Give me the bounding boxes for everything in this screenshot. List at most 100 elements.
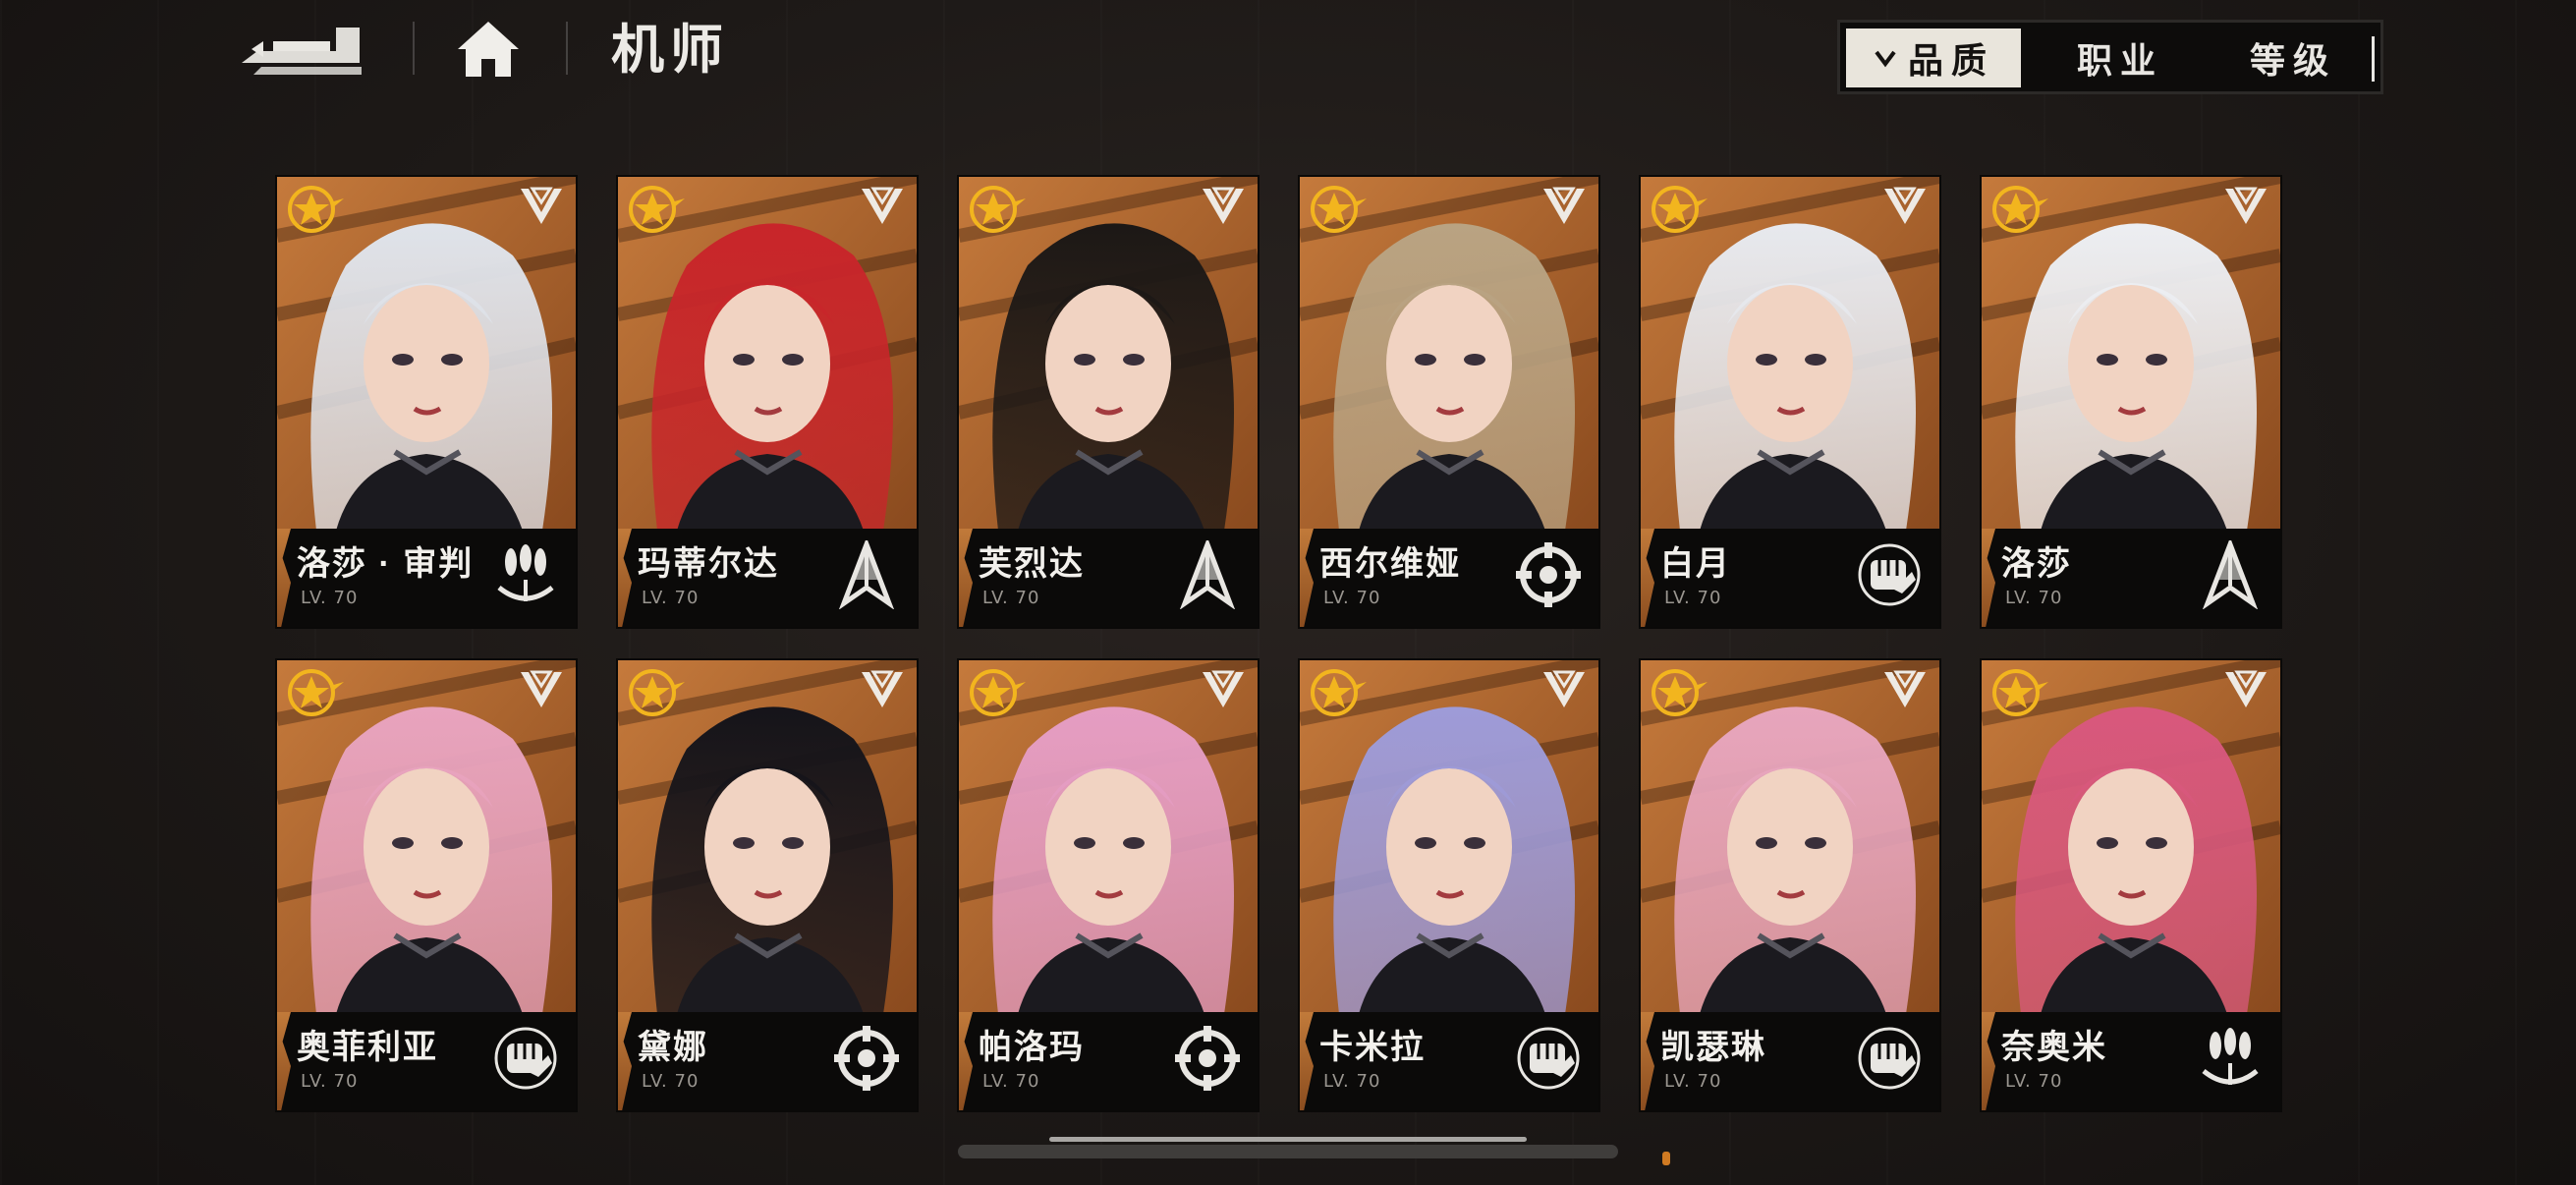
name-plate: 卡米拉 LV. 70 <box>1300 1012 1598 1110</box>
character-name: 洛莎 · 审判 <box>297 545 475 583</box>
character-name: 芙烈达 <box>979 545 1085 583</box>
fist-icon <box>1858 543 1921 606</box>
tab-class-label: 职业 <box>2076 40 2163 81</box>
character-card[interactable]: 黛娜 LV. 70 <box>618 660 917 1110</box>
character-name: 凯瑟琳 <box>1660 1029 1766 1066</box>
faction-emblem-icon <box>1203 670 1244 707</box>
character-card[interactable]: 帕洛玛 LV. 70 <box>959 660 1258 1110</box>
character-name: 白月 <box>1660 545 1731 583</box>
scrollbar[interactable] <box>958 1145 1618 1158</box>
name-plate: 玛蒂尔达 LV. 70 <box>618 529 917 627</box>
character-card[interactable]: 白月 LV. 70 <box>1641 177 1939 627</box>
arrow-spear-icon <box>1180 540 1235 609</box>
page-title: 机师 <box>611 21 729 80</box>
character-level: LV. 70 <box>301 1071 359 1092</box>
rank-star-icon <box>970 186 1026 233</box>
name-plate: 洛莎 · 审判 LV. 70 <box>277 529 576 627</box>
name-plate: 奈奥米 LV. 70 <box>1982 1012 2280 1110</box>
character-level: LV. 70 <box>1664 588 1722 608</box>
character-card[interactable]: 凯瑟琳 LV. 70 <box>1641 660 1939 1110</box>
faction-emblem-icon <box>2225 187 2267 224</box>
faction-emblem-icon <box>862 670 903 707</box>
rank-star-icon <box>1652 669 1708 716</box>
rank-star-icon <box>629 186 685 233</box>
character-card[interactable]: 洛莎 LV. 70 <box>1982 177 2280 627</box>
rank-star-icon <box>629 669 685 716</box>
character-level: LV. 70 <box>642 1071 700 1092</box>
name-plate: 白月 LV. 70 <box>1641 529 1939 627</box>
tab-level-label: 等级 <box>2249 40 2336 81</box>
character-name: 玛蒂尔达 <box>638 545 779 583</box>
crosshair-gear-icon <box>834 1026 899 1091</box>
sort-bar-end-mark <box>2372 36 2375 82</box>
faction-emblem-icon <box>1543 187 1585 224</box>
character-card[interactable]: 玛蒂尔达 LV. 70 <box>618 177 917 627</box>
back-arrow-icon <box>242 28 362 75</box>
character-name: 奈奥米 <box>2001 1029 2107 1066</box>
character-level: LV. 70 <box>1323 1071 1381 1092</box>
rank-star-icon <box>970 669 1026 716</box>
character-name: 卡米拉 <box>1319 1029 1426 1066</box>
top-bar: 机师 品质 职业 等级 <box>0 0 2576 108</box>
character-level: LV. 70 <box>2005 1071 2063 1092</box>
character-grid: 洛莎 · 审判 LV. 70 玛蒂尔达 LV. 70 芙烈达 LV. 70 西尔… <box>277 177 2281 1110</box>
chevron-down-icon <box>1875 50 1896 68</box>
rank-star-icon <box>1652 186 1708 233</box>
missile-cluster-icon <box>2202 1028 2259 1085</box>
character-level: LV. 70 <box>982 588 1040 608</box>
rank-star-icon <box>288 186 344 233</box>
faction-emblem-icon <box>521 187 562 224</box>
name-plate: 黛娜 LV. 70 <box>618 1012 917 1110</box>
top-divider <box>566 22 568 75</box>
name-plate: 芙烈达 LV. 70 <box>959 529 1258 627</box>
fist-icon <box>494 1027 557 1090</box>
character-level: LV. 70 <box>301 588 359 608</box>
tab-class[interactable]: 职业 <box>2037 28 2204 87</box>
back-button[interactable] <box>234 18 371 81</box>
character-name: 洛莎 <box>2001 545 2072 583</box>
character-level: LV. 70 <box>982 1071 1040 1092</box>
name-plate: 凯瑟琳 LV. 70 <box>1641 1012 1939 1110</box>
faction-emblem-icon <box>1543 670 1585 707</box>
rank-star-icon <box>1311 186 1367 233</box>
character-card[interactable]: 卡米拉 LV. 70 <box>1300 660 1598 1110</box>
character-card[interactable]: 西尔维娅 LV. 70 <box>1300 177 1598 627</box>
rank-star-icon <box>1992 186 2048 233</box>
rank-star-icon <box>288 669 344 716</box>
character-card[interactable]: 洛莎 · 审判 LV. 70 <box>277 177 576 627</box>
name-plate: 西尔维娅 LV. 70 <box>1300 529 1598 627</box>
character-card[interactable]: 奥菲利亚 LV. 70 <box>277 660 576 1110</box>
fist-icon <box>1858 1027 1921 1090</box>
home-button[interactable] <box>454 18 523 81</box>
fist-icon <box>1517 1027 1580 1090</box>
top-divider <box>413 22 415 75</box>
character-level: LV. 70 <box>1664 1071 1722 1092</box>
scroll-indicator <box>1049 1137 1527 1142</box>
faction-emblem-icon <box>2225 670 2267 707</box>
character-level: LV. 70 <box>2005 588 2063 608</box>
crosshair-gear-icon <box>1516 542 1581 607</box>
character-name: 帕洛玛 <box>979 1029 1085 1066</box>
faction-emblem-icon <box>521 670 562 707</box>
character-level: LV. 70 <box>642 588 700 608</box>
character-level: LV. 70 <box>1323 588 1381 608</box>
tab-quality[interactable]: 品质 <box>1846 28 2021 87</box>
character-card[interactable]: 芙烈达 LV. 70 <box>959 177 1258 627</box>
faction-emblem-icon <box>1203 187 1244 224</box>
name-plate: 洛莎 LV. 70 <box>1982 529 2280 627</box>
tab-quality-label: 品质 <box>1907 40 1994 81</box>
character-name: 奥菲利亚 <box>297 1029 438 1066</box>
arrow-spear-icon <box>839 540 894 609</box>
rank-star-icon <box>1311 669 1367 716</box>
sort-tabs: 品质 职业 等级 <box>1837 20 2383 94</box>
character-name: 西尔维娅 <box>1319 545 1461 583</box>
arrow-spear-icon <box>2203 540 2258 609</box>
rank-star-icon <box>1992 669 2048 716</box>
missile-cluster-icon <box>497 544 554 601</box>
character-card[interactable]: 奈奥米 LV. 70 <box>1982 660 2280 1110</box>
faction-emblem-icon <box>1884 670 1926 707</box>
character-name: 黛娜 <box>638 1029 708 1066</box>
home-icon <box>458 22 519 77</box>
crosshair-gear-icon <box>1175 1026 1240 1091</box>
tab-level[interactable]: 等级 <box>2210 28 2377 87</box>
